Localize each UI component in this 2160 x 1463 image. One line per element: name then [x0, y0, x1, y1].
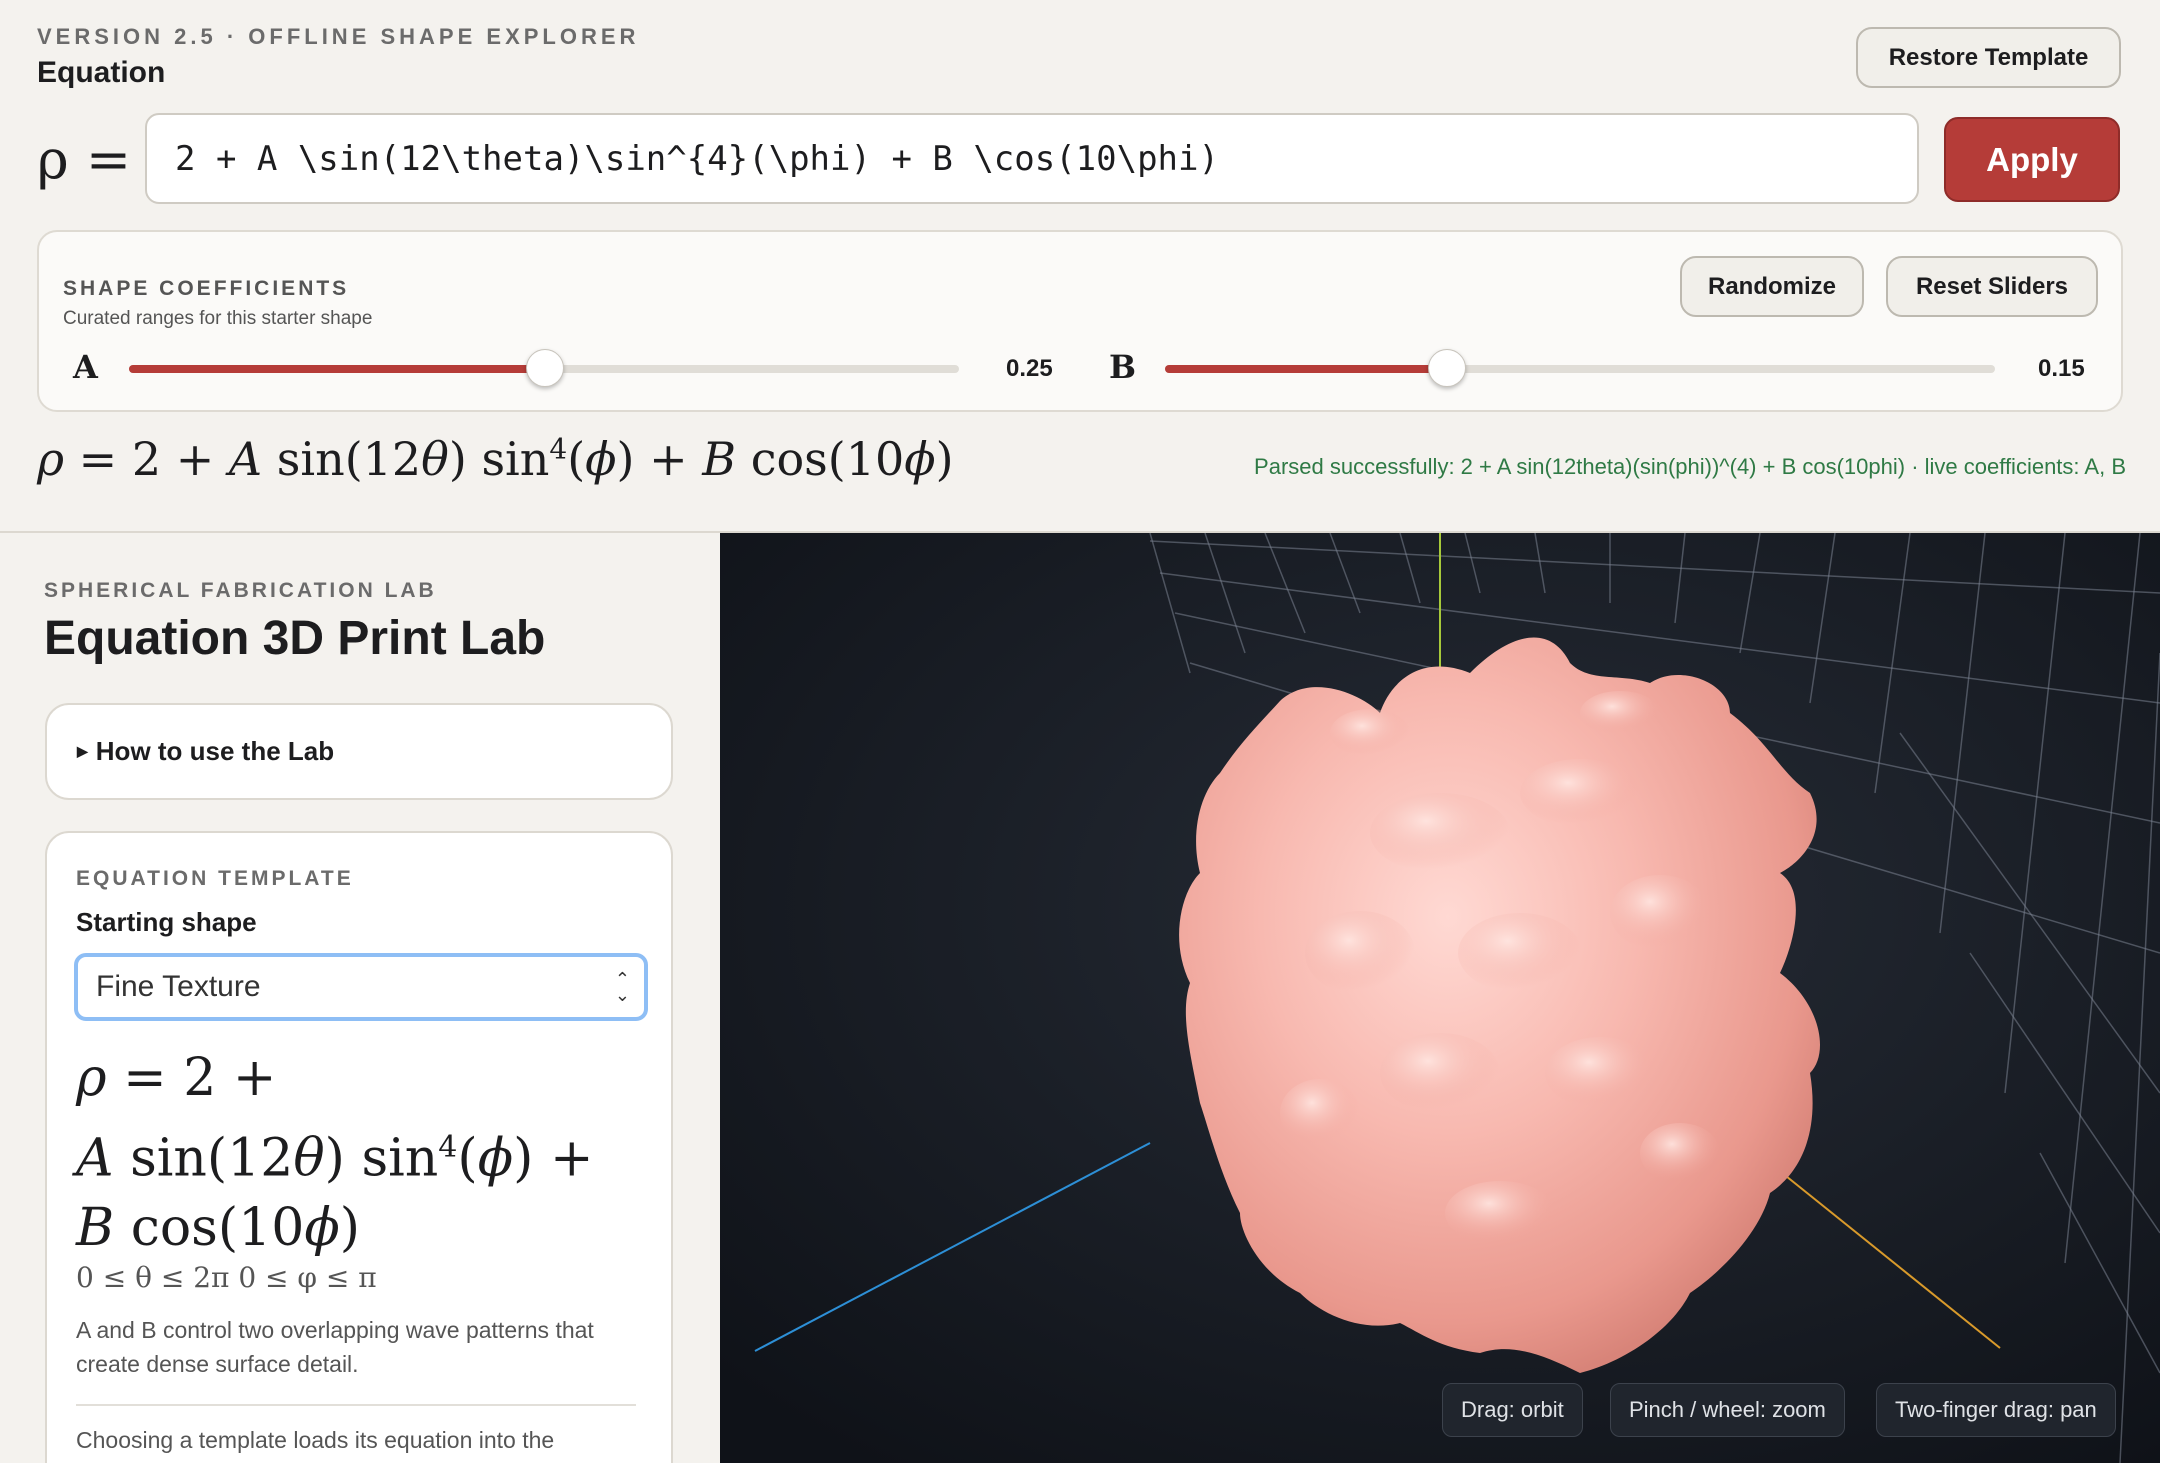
slider-b-thumb[interactable]	[1427, 349, 1466, 387]
equation-panel: VERSION 2.5 · OFFLINE SHAPE EXPLORER Equ…	[0, 0, 2160, 533]
starting-shape-select[interactable]: Fine Texture ⌃ ⌄	[74, 953, 648, 1021]
slider-b-value: 0.15	[2038, 355, 2085, 382]
coefficients-subtitle: Curated ranges for this starter shape	[63, 308, 373, 329]
template-description: A and B control two overlapping wave pat…	[76, 1317, 594, 1377]
slider-a-fill	[129, 365, 544, 373]
equation-heading: Equation	[37, 56, 166, 89]
slider-b-fill	[1165, 365, 1446, 373]
starting-shape-label: Starting shape	[76, 907, 257, 937]
slider-a-value: 0.25	[1006, 355, 1053, 382]
template-domain: 0 ≤ θ ≤ 2π 0 ≤ φ ≤ π	[76, 1261, 377, 1294]
3d-shape[interactable]	[1179, 637, 1820, 1373]
template-note: Choosing a template loads its equation i…	[76, 1427, 555, 1453]
hint-zoom: Pinch / wheel: zoom	[1610, 1383, 1845, 1437]
chevron-up-down-icon: ⌃ ⌄	[614, 969, 630, 1005]
divider	[76, 1404, 636, 1406]
randomize-button[interactable]: Randomize	[1680, 256, 1864, 317]
disclosure-triangle-icon: ▶	[77, 743, 88, 759]
how-to-use-disclosure[interactable]: ▶ How to use the Lab	[45, 703, 673, 800]
rho-label: ρ =	[37, 128, 132, 191]
lab-title: Equation 3D Print Lab	[44, 612, 546, 665]
lab-kicker: SPHERICAL FABRICATION LAB	[44, 579, 437, 602]
apply-button[interactable]: Apply	[1944, 117, 2120, 202]
slider-a[interactable]	[129, 349, 959, 387]
3d-scene[interactable]	[720, 533, 2160, 1463]
coefficients-title: SHAPE COEFFICIENTS	[63, 277, 350, 300]
slider-a-thumb[interactable]	[526, 349, 564, 387]
slider-b-label: B	[1109, 348, 1137, 386]
3d-viewport[interactable]: Drag: orbit Pinch / wheel: zoom Two-fing…	[720, 533, 2160, 1463]
equation-template-card: EQUATION TEMPLATE Starting shape Fine Te…	[45, 831, 673, 1463]
how-to-use-label: How to use the Lab	[95, 736, 335, 766]
shape-coefficients-card: SHAPE COEFFICIENTS Curated ranges for th…	[37, 230, 2123, 412]
template-kicker: EQUATION TEMPLATE	[76, 867, 354, 890]
parse-status: Parsed successfully: 2 + A sin(12theta)(…	[1254, 454, 2126, 479]
slider-b[interactable]	[1165, 349, 1995, 387]
restore-template-button[interactable]: Restore Template	[1856, 27, 2121, 88]
sidebar: SPHERICAL FABRICATION LAB Equation 3D Pr…	[0, 533, 718, 1463]
hint-orbit: Drag: orbit	[1442, 1383, 1583, 1437]
rendered-equation: ρ = 2 + A sin(12θ) sin4(ϕ) + B cos(10ϕ)	[37, 432, 954, 486]
starting-shape-value: Fine Texture	[96, 970, 261, 1003]
version-kicker: VERSION 2.5 · OFFLINE SHAPE EXPLORER	[37, 24, 640, 49]
hint-pan: Two-finger drag: pan	[1876, 1383, 2116, 1437]
reset-sliders-button[interactable]: Reset Sliders	[1886, 256, 2098, 317]
slider-a-label: A	[73, 348, 98, 386]
template-equation: ρ = 2 + A sin(12θ) sin4(ϕ) + B cos(10ϕ)	[76, 1048, 594, 1259]
equation-input[interactable]	[145, 113, 1919, 204]
